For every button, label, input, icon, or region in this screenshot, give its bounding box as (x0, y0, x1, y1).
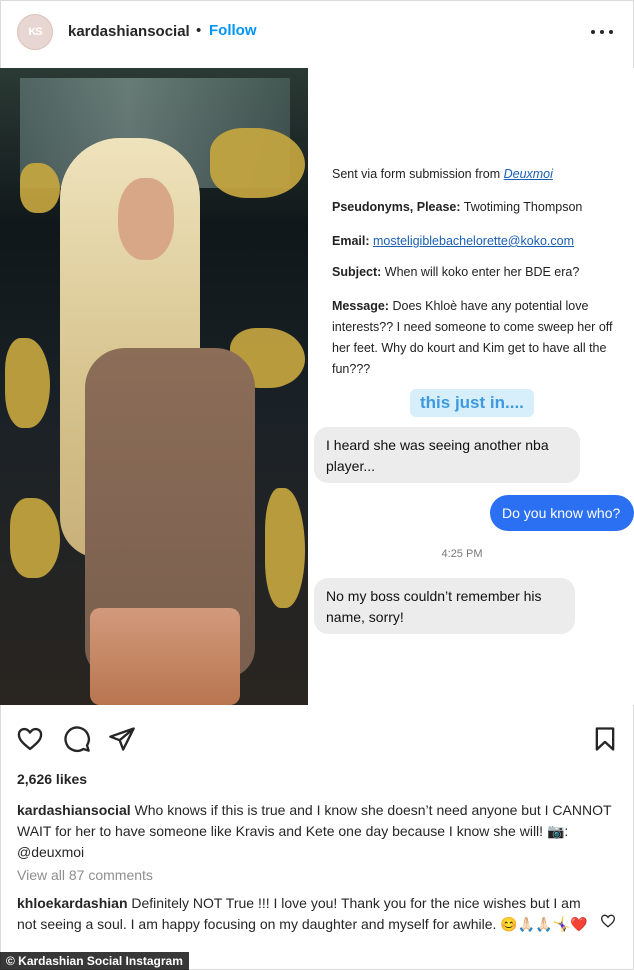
gold-decoration (20, 163, 60, 213)
action-bar (0, 705, 634, 765)
top-comment: khloekardashian Definitely NOT True !!! … (17, 893, 592, 935)
figure-legs (90, 608, 240, 705)
outgoing-message: Do you know who? (490, 495, 634, 531)
likes-count[interactable]: 2,626 likes (17, 771, 87, 787)
separator-dot: • (196, 22, 202, 39)
form-intro: Sent via form submission from Deuxmoi (332, 167, 553, 181)
message-timestamp: 4:25 PM (441, 548, 483, 560)
form-pseudonym: Pseudonyms, Please: Twotiming Thompson (332, 200, 583, 214)
figure-face (118, 178, 174, 260)
gold-decoration (210, 128, 305, 198)
post-caption: kardashiansocial Who knows if this is tr… (17, 800, 617, 863)
gold-decoration (5, 338, 50, 428)
follow-button[interactable]: Follow (209, 22, 257, 39)
email-link[interactable]: mosteligiblebachelorette@koko.com (373, 234, 574, 248)
comment-username[interactable]: khloekardashian (17, 895, 128, 911)
more-options-icon[interactable] (590, 20, 614, 44)
incoming-message: I heard she was seeing another nba playe… (314, 427, 580, 483)
incoming-message: No my boss couldn’t remember his name, s… (314, 578, 575, 634)
caption-username[interactable]: kardashiansocial (17, 802, 131, 818)
message-screenshot: Sent via form submission from Deuxmoi Ps… (308, 68, 634, 705)
comment-like-icon[interactable] (600, 913, 616, 929)
post-photo[interactable] (0, 68, 308, 705)
post-header: KS kardashiansocial • Follow (0, 0, 634, 69)
avatar[interactable]: KS (17, 14, 53, 50)
view-all-comments-link[interactable]: View all 87 comments (17, 867, 153, 883)
gold-decoration (10, 498, 60, 578)
highlight-text: this just in.... (410, 389, 534, 417)
form-message: Message: Does Khloè have any potential l… (332, 299, 613, 376)
deuxmoi-link[interactable]: Deuxmoi (504, 167, 553, 181)
form-email: Email: mosteligiblebachelorette@koko.com (332, 234, 574, 248)
image-credit: © Kardashian Social Instagram (0, 952, 189, 970)
share-icon[interactable] (108, 725, 136, 753)
gold-decoration (265, 488, 305, 608)
bookmark-icon[interactable] (591, 725, 619, 753)
username-link[interactable]: kardashiansocial (68, 23, 190, 40)
comment-icon[interactable] (63, 725, 91, 753)
form-subject: Subject: When will koko enter her BDE er… (332, 265, 580, 279)
heart-icon[interactable] (16, 725, 44, 753)
